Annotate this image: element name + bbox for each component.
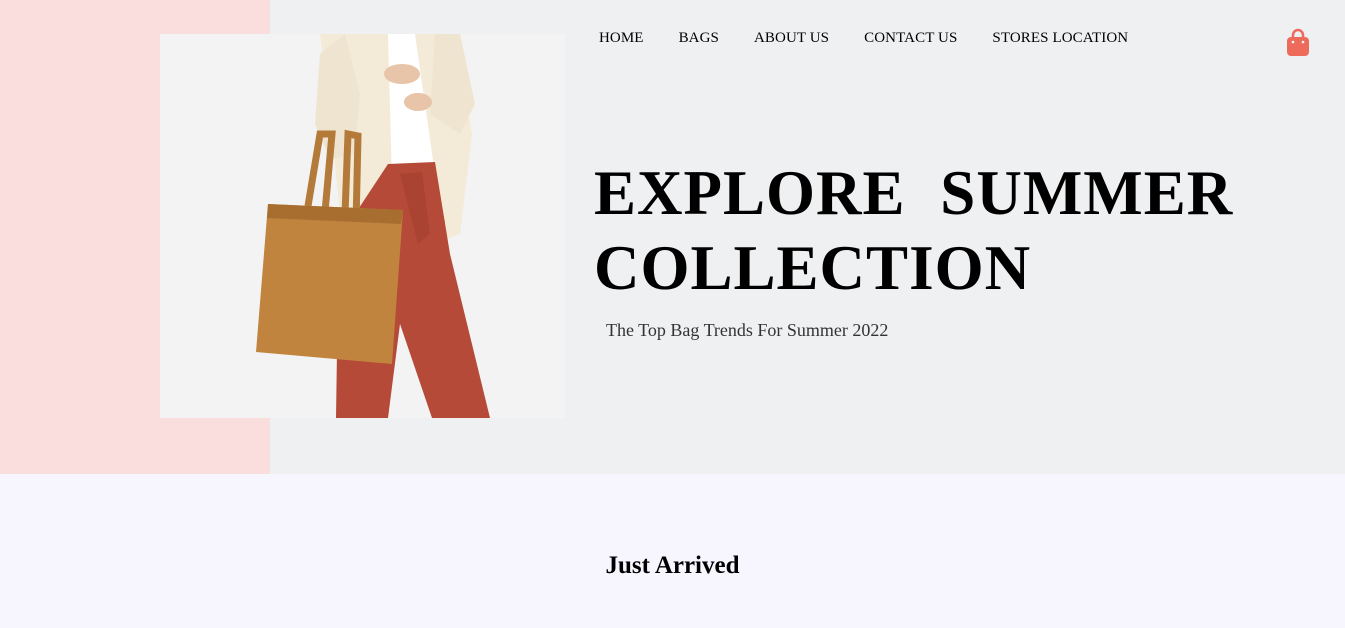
- nav-bags-link[interactable]: BAGS: [679, 30, 719, 47]
- hero-title: EXPLORE SUMMER COLLECTION: [594, 158, 1234, 303]
- nav-about-link[interactable]: ABOUT US: [754, 30, 829, 47]
- nav-contact-link[interactable]: CONTACT US: [864, 30, 957, 47]
- nav-home-link[interactable]: HOME: [599, 30, 644, 47]
- nav-stores-link[interactable]: STORES LOCATION: [992, 30, 1128, 47]
- hero-section: HOME BAGS ABOUT US CONTACT US STORES LOC…: [0, 0, 1345, 474]
- hero-subtitle: The Top Bag Trends For Summer 2022: [606, 320, 889, 340]
- hero-image: [160, 34, 565, 418]
- main-nav: HOME BAGS ABOUT US CONTACT US STORES LOC…: [599, 30, 1163, 47]
- shopping-bag-icon[interactable]: [1285, 28, 1311, 58]
- just-arrived-heading: Just Arrived: [605, 552, 740, 579]
